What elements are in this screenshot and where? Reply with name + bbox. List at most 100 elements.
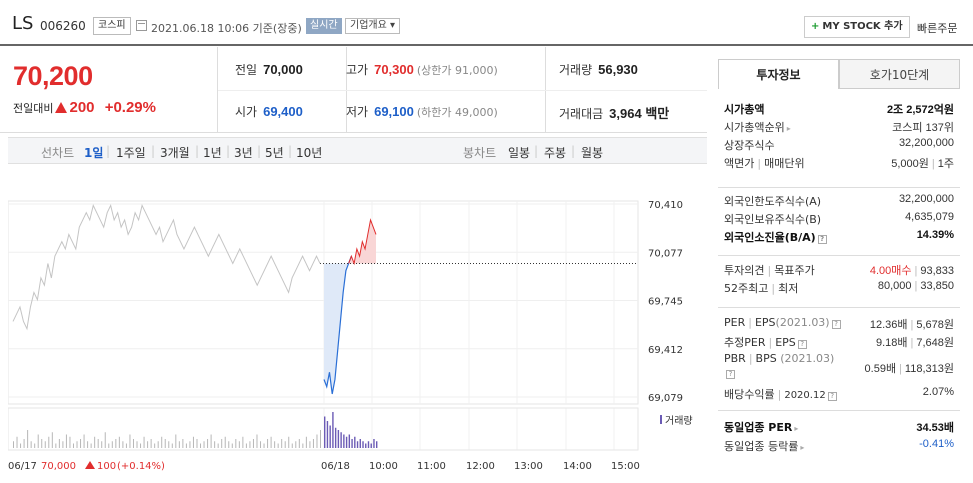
prev-volume-bar: [298, 439, 300, 448]
today-volume-bar: [370, 443, 372, 448]
tab-3month[interactable]: 3개월: [160, 144, 190, 161]
prev-volume-bar: [284, 441, 286, 448]
prev-volume-bar: [16, 436, 18, 448]
dividend-row: 배당수익률 | 2020.12? 2.07%: [724, 386, 954, 404]
company-info-dropdown[interactable]: 기업개요 ▾: [345, 18, 401, 34]
price-chart[interactable]: 70,410 70,077 69,745 69,412 69,079 거래량 06/18…: [7, 193, 698, 483]
prev-volume-bar: [256, 434, 258, 448]
eps-label: EPS: [754, 316, 776, 329]
help-icon[interactable]: ?: [831, 320, 841, 329]
prev-volume-bar: [65, 434, 67, 448]
divider: [218, 90, 707, 91]
prev-volume-bar: [270, 436, 272, 448]
foreign-hold-row: 외국인보유주식수(B) 4,635,079: [724, 211, 954, 229]
tab-invest-info[interactable]: 투자정보: [718, 59, 839, 89]
upper-limit: (상한가 91,000): [416, 64, 498, 77]
prev-volume-bar: [23, 439, 25, 448]
prev-volume-bar: [143, 436, 145, 448]
prev-volume-bar: [101, 441, 103, 448]
prev-volume-bar: [231, 443, 233, 448]
quote-summary: 70,200 전일대비 200 +0.29% 전일 70,000 고가 70,300(…: [0, 47, 707, 133]
prev-volume-bar: [196, 439, 198, 448]
foreign-limit-row: 외국인한도주식수(A) 32,200,000: [724, 193, 954, 211]
help-icon[interactable]: ?: [797, 340, 807, 349]
quick-order-link[interactable]: 빠른주문: [917, 20, 957, 36]
open-label: 시가: [235, 105, 258, 119]
prev-volume-bar: [245, 443, 247, 448]
low52-label: 최저: [778, 282, 799, 295]
prev-volume-bar: [277, 443, 279, 448]
tab-monthly-candle[interactable]: 월봉: [581, 144, 603, 161]
bps-label: BPS: [755, 352, 777, 365]
prev-volume-bar: [185, 443, 187, 448]
prev-volume-bar: [221, 439, 223, 448]
realtime-badge[interactable]: 실시간: [306, 18, 342, 34]
tab-hoga-10[interactable]: 호가10단계: [839, 59, 960, 89]
par-label: 액면가: [724, 157, 755, 170]
x-tick-label: 10:00: [369, 461, 398, 472]
target-label: 목표주가: [774, 264, 815, 277]
prev-volume-bar: [20, 443, 22, 448]
today-volume-bar: [376, 441, 378, 448]
help-icon[interactable]: ?: [817, 235, 827, 244]
up-triangle-icon: [85, 461, 95, 469]
tab-5year[interactable]: 5년: [265, 144, 284, 161]
tab-10year[interactable]: 10년: [296, 144, 322, 161]
my-stock-add-button[interactable]: + MY STOCK 추가: [804, 16, 910, 38]
tab-weekly-candle[interactable]: 주봉: [544, 144, 566, 161]
line-chart-label: 선차트: [41, 146, 75, 160]
prev-volume-bar: [302, 443, 304, 448]
prev-volume-bar: [312, 439, 314, 448]
fper-feps-row: 추정PER | EPS? 9.18배 | 7,648원: [724, 334, 954, 352]
foreign-limit-value: 32,200,000: [898, 193, 954, 205]
prev-volume-bar: [295, 441, 297, 448]
prev-volume-bar: [203, 441, 205, 448]
y-tick-label: 70,410: [648, 200, 683, 211]
chevron-right-icon[interactable]: ▸: [800, 443, 804, 452]
prev-volume-bar: [214, 441, 216, 448]
tab-separator: |: [571, 144, 576, 158]
amount-value: 3,964 백만: [609, 106, 670, 121]
prev-volume-bar: [115, 439, 117, 448]
tab-1day[interactable]: 1일: [84, 144, 103, 161]
change-label: 전일대비: [13, 102, 54, 115]
prev-close-value: 70,000: [263, 62, 303, 77]
opinion-label: 투자의견: [724, 264, 765, 277]
help-icon[interactable]: ?: [827, 392, 837, 401]
foreign-section: 외국인한도주식수(A) 32,200,000 외국인보유주식수(B) 4,635,0…: [718, 187, 960, 255]
prev-volume-bar: [274, 441, 276, 448]
prev-volume-bar: [200, 443, 202, 448]
dividend-label: 배당수익률: [724, 388, 775, 401]
help-icon[interactable]: ?: [726, 370, 735, 379]
chevron-right-icon[interactable]: ▸: [787, 124, 791, 133]
tab-3year[interactable]: 3년: [234, 144, 253, 161]
prev-volume-bar: [154, 443, 156, 448]
tab-separator: |: [534, 144, 539, 158]
prev-volume-bar: [37, 434, 39, 448]
market-badge: 코스피: [93, 17, 131, 35]
dividend-date: 2020.12: [784, 390, 826, 401]
prev-volume-bar: [178, 441, 180, 448]
chevron-right-icon[interactable]: ▸: [794, 424, 798, 433]
prev-volume-bar: [171, 443, 173, 448]
prev-close-label: 전일: [235, 63, 258, 77]
pipe-separator: |: [914, 265, 918, 277]
per-eps-date: (2021.03): [775, 316, 830, 329]
prev-volume-bar: [242, 436, 244, 448]
prev-volume-bar: [58, 439, 60, 448]
bps-value: 118,313원: [904, 363, 954, 375]
prev-volume-bar: [140, 443, 142, 448]
prev-volume-bar: [252, 439, 254, 448]
feps-label: EPS: [775, 336, 796, 349]
y-tick-label: 70,077: [648, 248, 683, 259]
prev-volume-bar: [281, 439, 283, 448]
market-cap-row: 시가총액 2조 2,572억원: [724, 101, 954, 119]
stock-code: 006260: [40, 19, 86, 33]
tab-daily-candle[interactable]: 일봉: [508, 144, 530, 161]
tab-1year[interactable]: 1년: [203, 144, 222, 161]
prev-volume-bar: [44, 441, 46, 448]
prev-volume-bar: [41, 439, 43, 448]
tab-1week[interactable]: 1주일: [116, 144, 146, 161]
shares-row: 상장주식수 32,200,000: [724, 137, 954, 155]
pbr-bps-row: PBR | BPS (2021.03)? 0.59배 | 118,313원: [724, 352, 954, 382]
